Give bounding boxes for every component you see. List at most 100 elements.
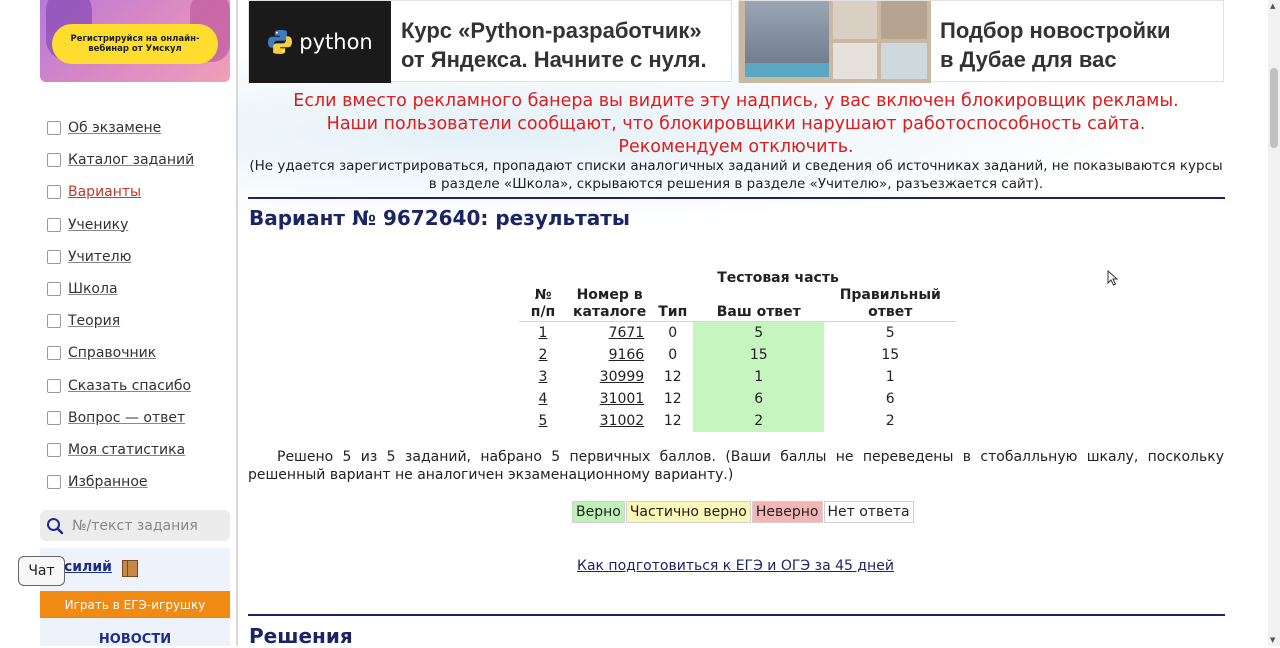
catalog-link[interactable]: 30999: [600, 369, 645, 385]
sidebar-item-label[interactable]: Учителю: [68, 249, 131, 265]
user-name-link[interactable]: силий: [64, 559, 112, 575]
results-table: Тестовая часть № п/п Номер в каталоге Ти…: [519, 270, 957, 432]
search-input[interactable]: [70, 516, 224, 535]
catalog-link[interactable]: 7671: [609, 325, 645, 341]
promo-banner[interactable]: Регистрируйся на онлайн-вебинар от Умску…: [40, 0, 230, 82]
col-header-catalog: Номер в каталоге: [573, 287, 647, 320]
sidebar-item-variants[interactable]: Варианты: [47, 176, 194, 208]
sidebar-item-label[interactable]: Об экзамене: [68, 120, 161, 136]
sidebar-checkbox[interactable]: [47, 378, 61, 393]
python-logo-text: python: [299, 30, 373, 54]
sidebar-item-favorites[interactable]: Избранное: [47, 466, 194, 498]
sidebar-item-student[interactable]: Ученику: [47, 209, 194, 241]
table-row: 5 31002 12 2 2: [519, 410, 956, 432]
sidebar-item-label[interactable]: Ученику: [68, 217, 128, 233]
search-icon: [47, 517, 64, 534]
ad-text-line: от Яндекса. Начните с нуля.: [401, 47, 707, 72]
sidebar-checkbox[interactable]: [47, 475, 61, 490]
sidebar-item-reference[interactable]: Справочник: [47, 337, 194, 369]
sidebar-checkbox[interactable]: [47, 121, 61, 136]
row-num-link[interactable]: 2: [539, 347, 548, 363]
page-scrollbar[interactable]: ▲ ▼: [1268, 0, 1280, 646]
sidebar-item-theory[interactable]: Теория: [47, 305, 194, 337]
sidebar-item-label[interactable]: Сказать спасибо: [68, 378, 191, 394]
row-num-link[interactable]: 4: [539, 391, 548, 407]
scrollbar-thumb[interactable]: [1270, 68, 1278, 148]
results-summary: Решено 5 из 5 заданий, набрано 5 первичн…: [248, 449, 1224, 483]
answer-cell: 6: [693, 388, 825, 410]
row-num-link[interactable]: 5: [539, 413, 548, 429]
sidebar-checkbox[interactable]: [47, 314, 61, 329]
promo-text: Регистрируйся на онлайн-вебинар от Умску…: [52, 24, 218, 64]
news-heading[interactable]: НОВОСТИ: [40, 632, 230, 647]
mouse-cursor-icon: [1107, 270, 1119, 286]
book-icon[interactable]: [122, 560, 138, 577]
sidebar-checkbox[interactable]: [47, 410, 61, 425]
row-num-link[interactable]: 3: [539, 369, 548, 385]
page-title: Вариант № 9672640: результаты: [249, 206, 630, 230]
ad-text-line: Курс «Python-разработчик»: [401, 18, 702, 43]
warning-line: Рекомендуем отключить.: [618, 137, 854, 157]
ad-text: Подбор новостройки в Дубае для вас: [940, 16, 1171, 74]
dubai-building-photo: [739, 1, 931, 83]
sidebar-item-qa[interactable]: Вопрос — ответ: [47, 402, 194, 434]
sidebar-checkbox[interactable]: [47, 217, 61, 232]
sidebar: Регистрируйся на онлайн-вебинар от Умску…: [0, 0, 237, 647]
sidebar-checkbox[interactable]: [47, 346, 61, 361]
correct-cell: 5: [824, 321, 957, 344]
ad-banner-python[interactable]: python Курс «Python-разработчик» от Янде…: [248, 0, 732, 83]
sidebar-checkbox[interactable]: [47, 185, 61, 200]
legend-wrong: Неверно: [751, 501, 823, 523]
sidebar-item-label[interactable]: Варианты: [68, 184, 141, 200]
catalog-link[interactable]: 31001: [600, 391, 645, 407]
correct-cell: 2: [885, 413, 895, 429]
python-logo: python: [249, 1, 391, 83]
legend-partial: Частично верно: [625, 501, 751, 523]
divider: [248, 614, 1225, 616]
sidebar-item-label[interactable]: Каталог заданий: [68, 152, 194, 168]
play-game-button[interactable]: Играть в ЕГЭ-игрушку: [40, 591, 230, 618]
sidebar-menu: Об экзамене Каталог заданий Варианты Уче…: [47, 112, 194, 498]
row-num-link[interactable]: 1: [539, 325, 548, 341]
task-search: [40, 510, 230, 541]
sidebar-item-about[interactable]: Об экзамене: [47, 112, 194, 144]
sidebar-checkbox[interactable]: [47, 282, 61, 297]
sidebar-item-catalog[interactable]: Каталог заданий: [47, 144, 194, 176]
sidebar-item-thanks[interactable]: Сказать спасибо: [47, 370, 194, 402]
adblock-warning-note: (Не удается зарегистрироваться, пропадаю…: [249, 158, 1223, 192]
prep-guide-link[interactable]: Как подготовиться к ЕГЭ и ОГЭ за 45 дней: [577, 558, 894, 574]
sidebar-item-school[interactable]: Школа: [47, 273, 194, 305]
answer-cell: 2: [693, 410, 825, 432]
sidebar-item-label[interactable]: Теория: [68, 313, 120, 329]
sidebar-item-stats[interactable]: Моя статистика: [47, 434, 194, 466]
correct-cell: 6: [885, 391, 895, 407]
catalog-link[interactable]: 31002: [600, 413, 645, 429]
sidebar-item-label[interactable]: Избранное: [68, 474, 148, 490]
catalog-link[interactable]: 9166: [609, 347, 645, 363]
result-legend: Верно Частично верно Неверно Нет ответа: [572, 501, 915, 523]
sidebar-checkbox[interactable]: [47, 249, 61, 264]
scroll-down-arrow-icon[interactable]: ▼: [1270, 636, 1275, 644]
sidebar-checkbox[interactable]: [47, 153, 61, 168]
ad-text-line: Подбор новостройки: [940, 18, 1171, 43]
correct-cell: 15: [881, 347, 900, 363]
chat-button[interactable]: Чат: [18, 556, 65, 586]
sidebar-checkbox[interactable]: [47, 442, 61, 457]
sidebar-item-label[interactable]: Справочник: [68, 345, 156, 361]
col-header-answer: Ваш ответ: [716, 304, 801, 320]
col-header-correct: Правильный ответ: [839, 287, 941, 320]
sidebar-item-label[interactable]: Моя статистика: [68, 442, 185, 458]
table-spacer: [519, 270, 693, 287]
table-row: 1 7671 0 5 5: [519, 321, 957, 344]
warning-line: Наши пользователи сообщают, что блокиров…: [326, 114, 1146, 134]
sidebar-item-teacher[interactable]: Учителю: [47, 241, 194, 273]
scroll-up-arrow-icon[interactable]: ▲: [1270, 2, 1275, 10]
col-header-num: № п/п: [530, 287, 556, 320]
ad-banner-dubai[interactable]: Подбор новостройки в Дубае для вас: [738, 0, 1224, 83]
sidebar-item-label[interactable]: Вопрос — ответ: [68, 410, 185, 426]
sidebar-item-label[interactable]: Школа: [68, 281, 118, 297]
type-cell: 0: [652, 321, 694, 344]
answer-cell: 5: [693, 321, 825, 344]
divider: [248, 197, 1225, 199]
test-part-header: Тестовая часть: [717, 270, 839, 286]
